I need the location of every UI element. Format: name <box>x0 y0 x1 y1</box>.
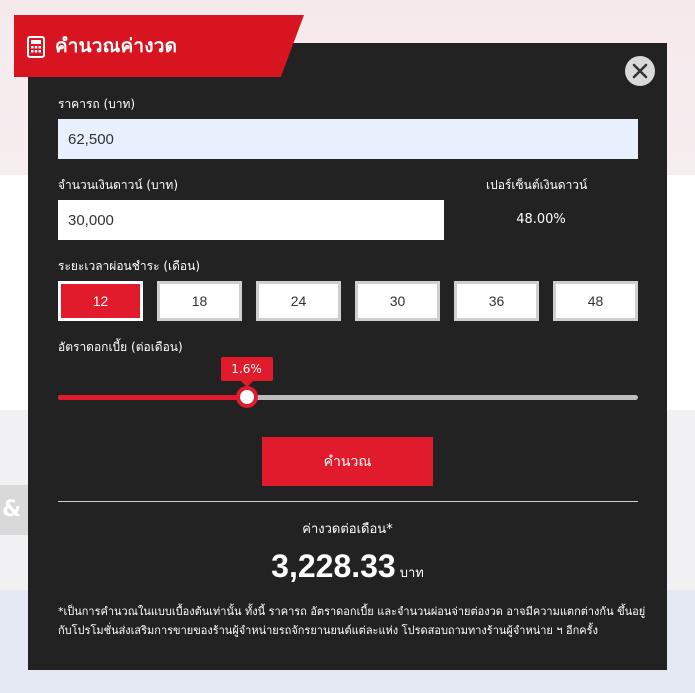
term-label: ระยะเวลาผ่อนชำระ (เดือน) <box>58 259 200 273</box>
calculator-icon <box>27 36 45 58</box>
price-input[interactable] <box>58 119 638 159</box>
close-button[interactable] <box>625 56 655 86</box>
term-option-12[interactable]: 12 <box>58 281 143 321</box>
interest-slider-track[interactable] <box>58 395 638 400</box>
interest-slider-thumb[interactable] <box>235 386 258 408</box>
close-icon <box>632 63 648 79</box>
interest-value-tooltip: 1.6% <box>220 357 273 387</box>
term-option-24[interactable]: 24 <box>256 281 341 321</box>
term-option-18[interactable]: 18 <box>157 281 242 321</box>
result-divider <box>58 501 638 502</box>
price-label: ราคารถ (บาท) <box>58 97 136 111</box>
monthly-installment-label: ค่างวดต่อเดือน* <box>302 522 393 537</box>
interest-label: อัตราดอกเบี้ย (ต่อเดือน) <box>58 340 183 354</box>
monthly-installment-value: 3,228.33 <box>271 548 396 584</box>
down-payment-input[interactable] <box>58 200 444 240</box>
modal-title: คำนวณค่างวด <box>55 35 178 57</box>
monthly-installment-unit: บาท <box>399 566 424 581</box>
down-payment-label: จำนวนเงินดาวน์ (บาท) <box>58 178 178 192</box>
down-percent-label: เปอร์เซ็นต์เงินดาวน์ <box>486 178 588 192</box>
monthly-installment-result: 3,228.33 บาท <box>0 548 695 585</box>
term-option-30[interactable]: 30 <box>355 281 440 321</box>
disclaimer-footnote: *เป็นการคำนวณในแบบเบื้องต้นเท่านั้น ทั้ง… <box>58 605 646 637</box>
calculate-button[interactable]: คำนวณ <box>262 437 433 486</box>
down-percent-value: 48.00% <box>516 212 566 227</box>
interest-slider-fill <box>58 395 247 400</box>
term-option-48[interactable]: 48 <box>553 281 638 321</box>
term-option-36[interactable]: 36 <box>454 281 539 321</box>
